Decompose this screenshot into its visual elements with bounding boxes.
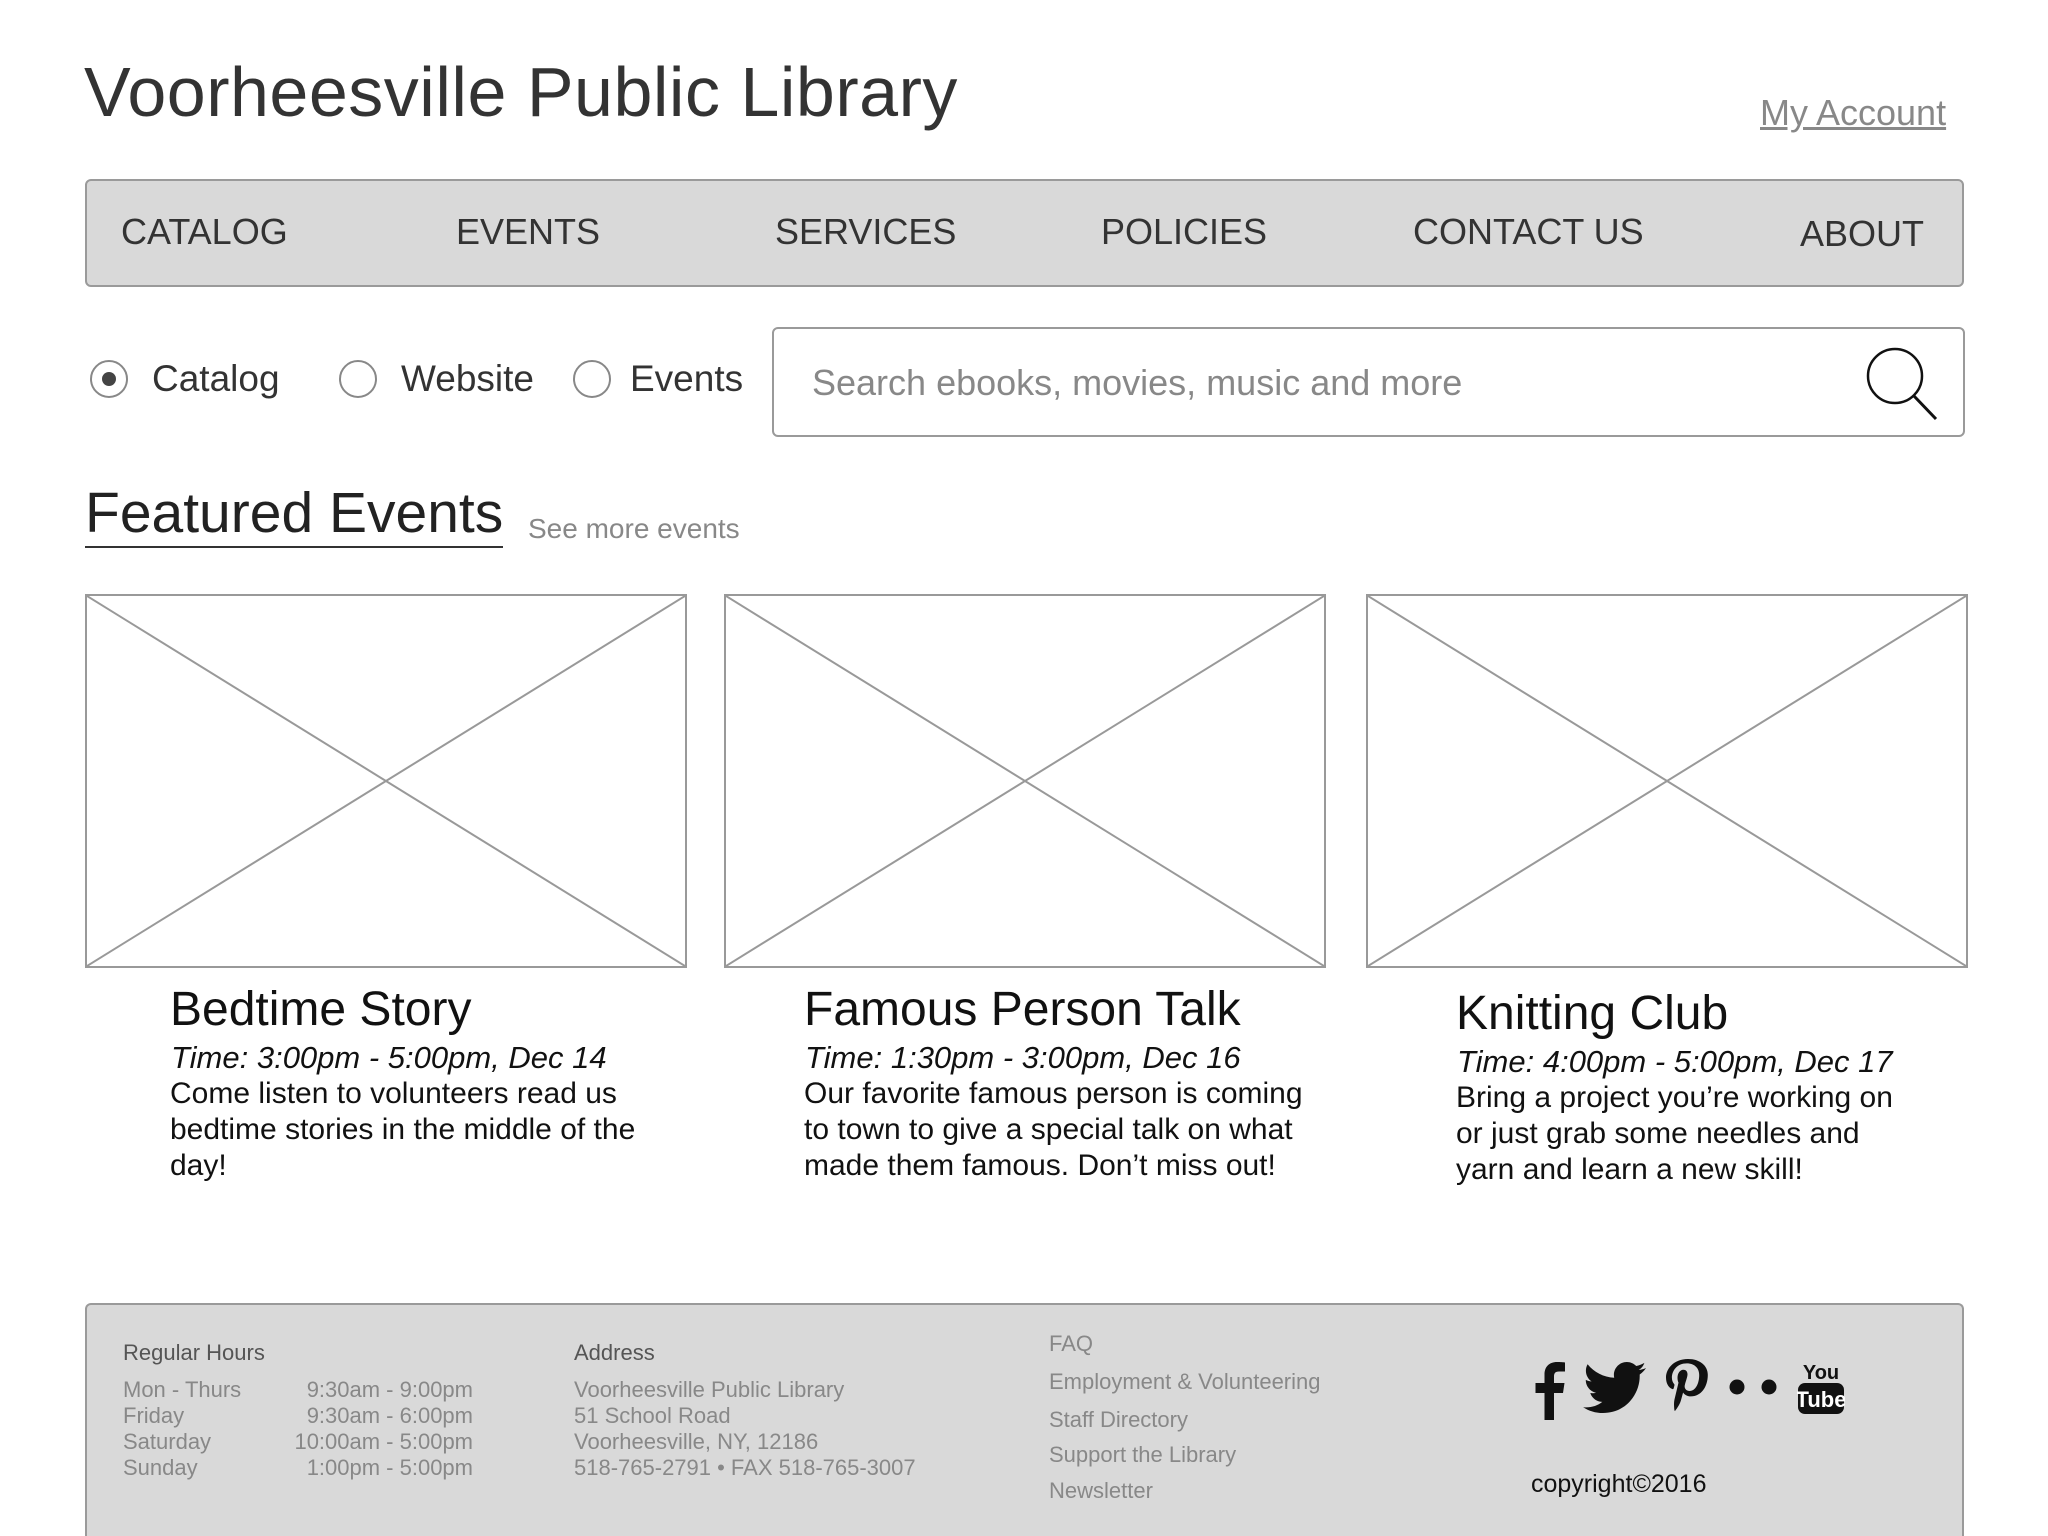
featured-events-heading: Featured Events [85, 480, 504, 548]
address-heading: Address [574, 1340, 655, 1365]
address-line: Voorheesville Public Library [574, 1377, 845, 1402]
hours-row: Friday 9:30am - 6:00pm [123, 1403, 473, 1429]
radio-website[interactable] [339, 360, 377, 398]
radio-label-events[interactable]: Events [630, 358, 743, 400]
my-account-link[interactable]: My Account [1760, 92, 1946, 134]
twitter-icon[interactable] [1583, 1360, 1647, 1418]
footer-link-faq[interactable]: FAQ [1049, 1331, 1093, 1357]
event-time: Time: 3:00pm - 5:00pm, Dec 14 [171, 1040, 607, 1075]
hours-day: Mon - Thurs [123, 1377, 242, 1402]
address-line: 51 School Road [574, 1403, 731, 1428]
nav-item-catalog[interactable]: CATALOG [121, 211, 288, 253]
event-time: Time: 4:00pm - 5:00pm, Dec 17 [1457, 1044, 1893, 1079]
footer-link-support[interactable]: Support the Library [1049, 1442, 1236, 1468]
nav-item-services[interactable]: SERVICES [775, 211, 956, 253]
hours-heading: Regular Hours [123, 1340, 265, 1365]
footer: Regular Hours Mon - Thurs 9:30am - 9:00p… [85, 1303, 1964, 1536]
hours-time: 1:00pm - 5:00pm [306, 1455, 473, 1480]
event-description: Come listen to volunteers read us bedtim… [170, 1077, 636, 1182]
address-line: Voorheesville, NY, 12186 [574, 1429, 819, 1454]
address-line: 518-765-2791 • FAX 518-765-3007 [574, 1455, 916, 1480]
search-box [772, 327, 1965, 437]
hours-day: Saturday [123, 1429, 212, 1454]
search-icon[interactable] [1865, 346, 1939, 422]
event-description: Our favorite famous person is coming to … [804, 1077, 1303, 1182]
hours-row: Mon - Thurs 9:30am - 9:00pm [123, 1377, 473, 1403]
event-title[interactable]: Famous Person Talk [804, 982, 1241, 1037]
hours-time: 10:00am - 5:00pm [294, 1429, 473, 1454]
footer-link-staff-directory[interactable]: Staff Directory [1049, 1407, 1188, 1433]
hours-row: Saturday 10:00am - 5:00pm [123, 1429, 473, 1455]
hours-day: Sunday [123, 1455, 198, 1480]
event-time: Time: 1:30pm - 3:00pm, Dec 16 [805, 1040, 1241, 1075]
nav-item-events[interactable]: EVENTS [456, 211, 600, 253]
event-description: Bring a project you’re working on or jus… [1456, 1081, 1893, 1186]
hours-time: 9:30am - 9:00pm [306, 1377, 473, 1402]
main-nav: CATALOG EVENTS SERVICES POLICIES CONTACT… [85, 179, 1964, 287]
radio-catalog[interactable] [90, 360, 128, 398]
pinterest-icon[interactable] [1663, 1358, 1711, 1420]
event-title[interactable]: Knitting Club [1456, 986, 1728, 1041]
event-image-placeholder[interactable] [85, 594, 687, 968]
nav-item-policies[interactable]: POLICIES [1101, 211, 1267, 253]
svg-text:You: You [1803, 1362, 1839, 1384]
search-input[interactable] [810, 357, 1814, 409]
nav-item-about[interactable]: ABOUT [1800, 213, 1924, 255]
flickr-icon[interactable] [1727, 1375, 1781, 1399]
facebook-icon[interactable] [1531, 1360, 1567, 1420]
event-image-placeholder[interactable] [724, 594, 1326, 968]
svg-text:Tube: Tube [1797, 1387, 1845, 1412]
radio-events[interactable] [573, 360, 611, 398]
nav-item-contact-us[interactable]: CONTACT US [1413, 211, 1644, 253]
radio-label-catalog[interactable]: Catalog [152, 358, 280, 400]
radio-label-website[interactable]: Website [401, 358, 534, 400]
radio-selected-dot [102, 372, 116, 386]
event-image-placeholder[interactable] [1366, 594, 1968, 968]
hours-day: Friday [123, 1403, 185, 1428]
hours-row: Sunday 1:00pm - 5:00pm [123, 1455, 473, 1481]
see-more-events-link[interactable]: See more events [528, 513, 740, 545]
footer-link-newsletter[interactable]: Newsletter [1049, 1478, 1153, 1504]
hours-table: Mon - Thurs 9:30am - 9:00pm Friday 9:30a… [123, 1377, 473, 1487]
youtube-icon[interactable]: You Tube [1797, 1360, 1845, 1416]
footer-link-employment[interactable]: Employment & Volunteering [1049, 1369, 1321, 1395]
hours-time: 9:30am - 6:00pm [306, 1403, 473, 1428]
site-title: Voorheesville Public Library [84, 53, 958, 131]
copyright: copyright©2016 [1531, 1470, 1707, 1498]
event-title[interactable]: Bedtime Story [170, 982, 471, 1037]
